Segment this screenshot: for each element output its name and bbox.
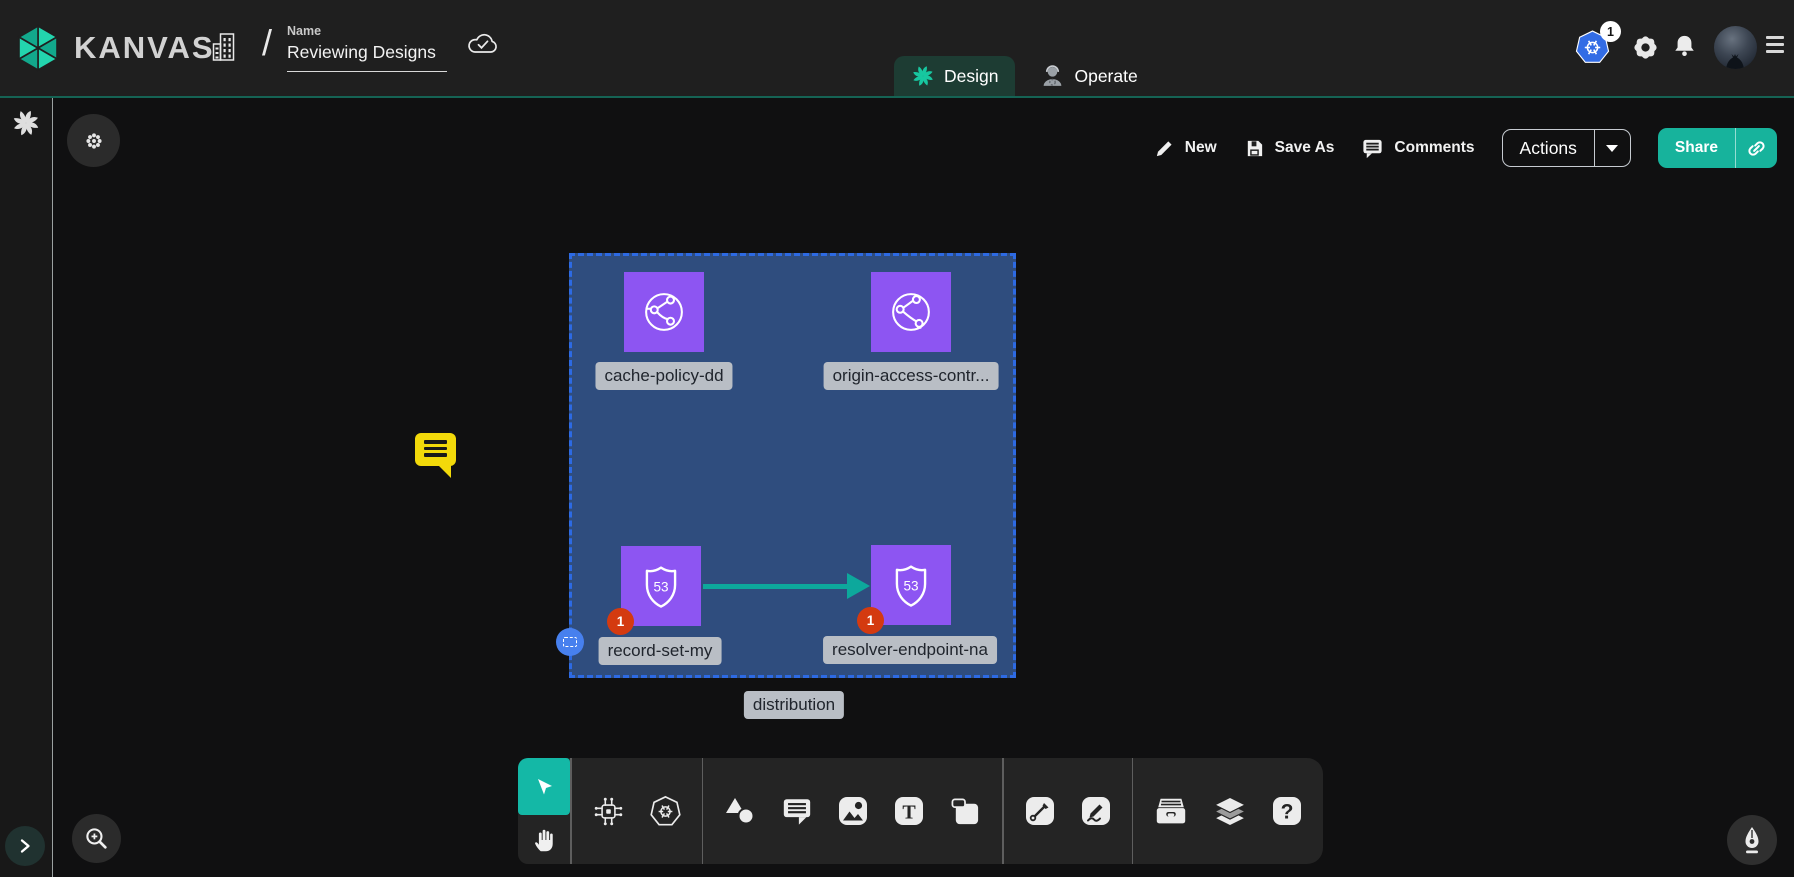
- node-label: resolver-endpoint-na: [823, 636, 997, 664]
- pen-mode-button[interactable]: [1727, 815, 1777, 865]
- edge-arrowhead: [847, 573, 870, 599]
- expand-sidebar-button[interactable]: [5, 826, 45, 866]
- new-label: New: [1185, 139, 1217, 157]
- cloudfront-origin-access-control-icon: [885, 286, 937, 338]
- infra-tools: [572, 758, 702, 864]
- node-origin-access-control[interactable]: [871, 272, 951, 352]
- group-selection-handle[interactable]: [556, 628, 584, 656]
- flower-icon: [82, 129, 106, 153]
- design-name-label: Name: [287, 24, 447, 38]
- comment-tool[interactable]: [781, 796, 813, 827]
- shapes-tool[interactable]: [723, 796, 757, 826]
- app-header: KANVAS / Name: [0, 0, 1794, 98]
- cursor-icon: [532, 775, 556, 799]
- comment-marker[interactable]: [415, 433, 456, 479]
- actions-dropdown-toggle[interactable]: [1594, 130, 1630, 166]
- design-name-field: Name: [287, 24, 447, 72]
- save-as-label: Save As: [1275, 139, 1335, 157]
- node-label: origin-access-contr...: [824, 362, 999, 390]
- design-swirl-icon: [911, 64, 935, 88]
- kanvas-logo[interactable]: KANVAS: [14, 24, 215, 72]
- pen-tool[interactable]: [1024, 795, 1056, 827]
- cloud-sync-icon: [464, 30, 502, 58]
- actions-button[interactable]: Actions: [1502, 129, 1631, 167]
- zoom-in-button[interactable]: [72, 814, 121, 863]
- pen-nib-icon: [1737, 825, 1767, 855]
- selected-group-distribution[interactable]: cache-policy-dd origin-access-contr... 5…: [569, 253, 1016, 678]
- mode-tabs: Design Operate: [894, 56, 1155, 96]
- header-right: 1: [1574, 0, 1794, 96]
- canvas-toolbar: New Save As Comments Actions Share: [1154, 128, 1777, 168]
- note-tool[interactable]: [949, 796, 982, 827]
- drawer-tool[interactable]: [1153, 796, 1189, 827]
- node-record-set[interactable]: 53: [621, 546, 701, 626]
- operator-icon: [1040, 64, 1065, 89]
- brand-title: KANVAS: [74, 30, 215, 66]
- breadcrumb-separator: /: [262, 22, 272, 64]
- design-name-input[interactable]: [287, 40, 447, 72]
- kubernetes-tool[interactable]: [649, 795, 682, 828]
- node-cache-policy[interactable]: [624, 272, 704, 352]
- pencil-icon: [1154, 138, 1175, 159]
- layers-tool[interactable]: [1213, 795, 1247, 828]
- menu-icon[interactable]: [1766, 36, 1784, 57]
- pan-tool[interactable]: [518, 815, 570, 864]
- svg-text:?: ?: [1281, 801, 1294, 824]
- components-button[interactable]: [67, 114, 120, 167]
- actions-label: Actions: [1503, 130, 1594, 166]
- avatar[interactable]: [1714, 26, 1757, 69]
- comment-icon: [1361, 137, 1384, 160]
- circuit-tool[interactable]: [592, 795, 625, 828]
- tab-operate[interactable]: Operate: [1023, 56, 1154, 96]
- drawing-tools: [1004, 758, 1132, 864]
- tab-design-label: Design: [944, 66, 998, 87]
- gear-icon[interactable]: [1632, 34, 1659, 61]
- link-icon: [1746, 138, 1767, 159]
- svg-text:53: 53: [903, 578, 918, 593]
- kubernetes-count-badge: 1: [1600, 21, 1621, 42]
- group-label: distribution: [744, 691, 844, 719]
- svg-text:53: 53: [653, 579, 668, 594]
- new-button[interactable]: New: [1154, 138, 1217, 159]
- node-label: record-set-my: [599, 637, 722, 665]
- share-button[interactable]: Share: [1658, 128, 1777, 168]
- issue-badge: 1: [857, 607, 884, 634]
- cloudfront-cache-policy-icon: [638, 286, 690, 338]
- chevron-right-icon: [15, 836, 35, 856]
- share-label: Share: [1658, 128, 1735, 168]
- select-tool[interactable]: [518, 758, 570, 815]
- designs-swirl-icon[interactable]: [11, 108, 41, 138]
- sketch-tool[interactable]: [1080, 795, 1112, 827]
- node-resolver-endpoint[interactable]: 53: [871, 545, 951, 625]
- bell-icon[interactable]: [1672, 33, 1697, 59]
- comments-label: Comments: [1394, 139, 1474, 157]
- help-tool[interactable]: ?: [1271, 795, 1303, 827]
- annotation-tools: T: [703, 758, 1002, 864]
- caret-down-icon: [1606, 145, 1618, 152]
- text-tool[interactable]: T: [893, 795, 925, 827]
- image-tool[interactable]: [837, 795, 869, 827]
- route53-resolver-endpoint-icon: 53: [885, 559, 937, 611]
- hand-icon: [531, 826, 558, 854]
- copy-link-button[interactable]: [1735, 128, 1777, 168]
- node-label: cache-policy-dd: [595, 362, 732, 390]
- library-tools: ?: [1133, 758, 1323, 864]
- save-as-button[interactable]: Save As: [1244, 138, 1335, 159]
- issue-badge: 1: [607, 608, 634, 635]
- kanvas-logo-icon: [14, 24, 62, 72]
- comments-button[interactable]: Comments: [1361, 137, 1474, 160]
- left-sidebar: [0, 98, 53, 877]
- bottom-toolbar: T: [518, 758, 1323, 864]
- pointer-tools: [518, 758, 570, 864]
- svg-text:T: T: [902, 802, 916, 824]
- zoom-in-icon: [83, 825, 110, 852]
- save-icon: [1244, 138, 1265, 159]
- tab-operate-label: Operate: [1074, 66, 1137, 87]
- edge-record-set-to-resolver[interactable]: [703, 584, 849, 589]
- comment-bubble-icon: [415, 433, 456, 466]
- route53-record-set-icon: 53: [635, 560, 687, 612]
- tab-design[interactable]: Design: [894, 56, 1015, 96]
- organization-icon[interactable]: [210, 30, 240, 64]
